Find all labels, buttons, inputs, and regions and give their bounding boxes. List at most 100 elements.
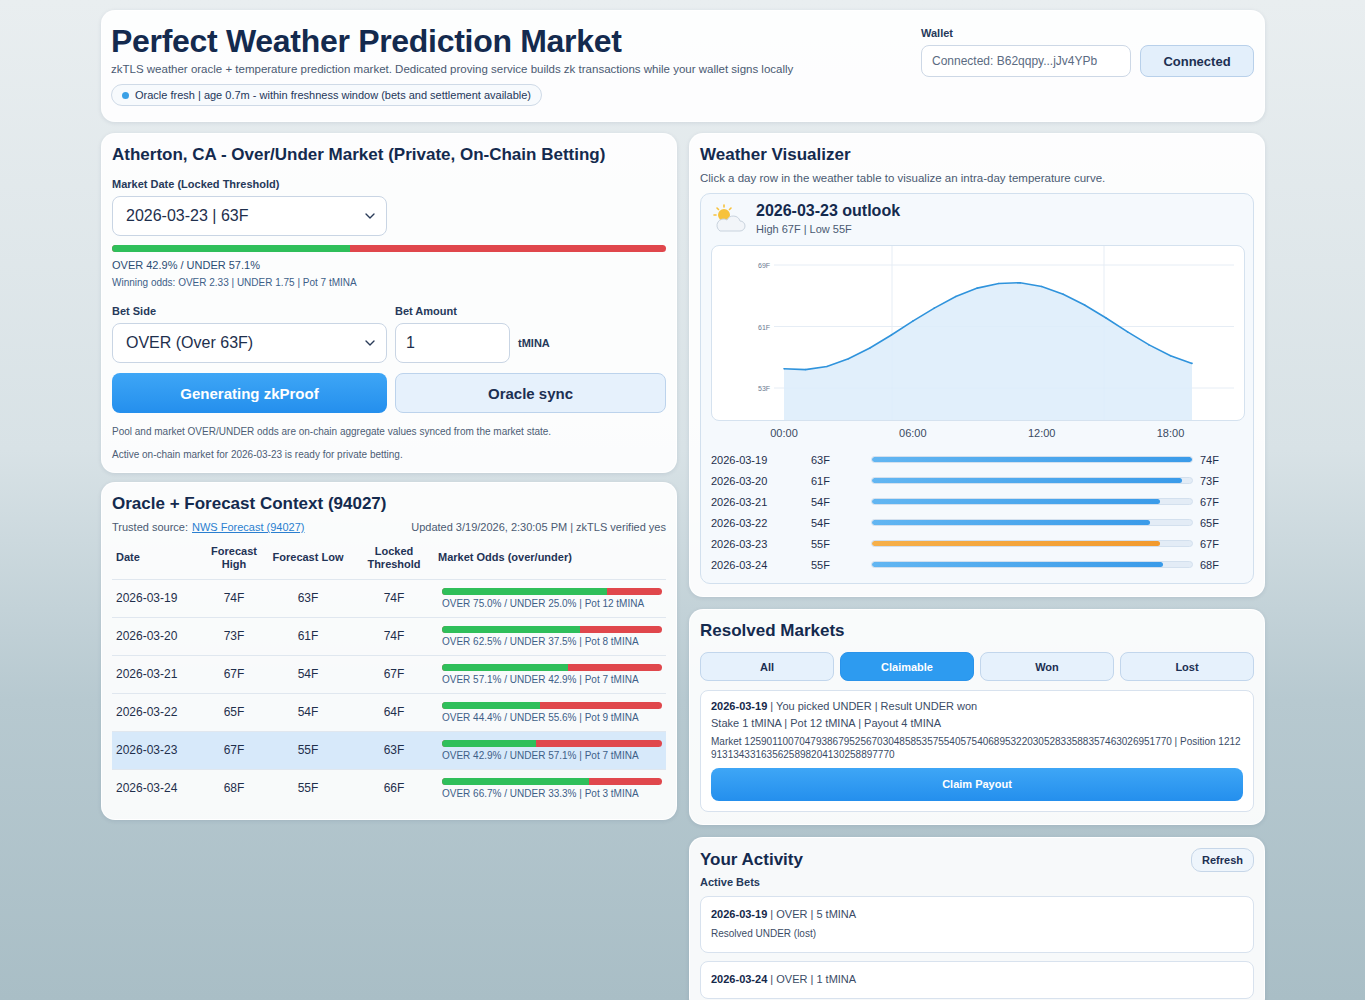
resolved-tabs: AllClaimableWonLost bbox=[700, 652, 1254, 681]
outlook-title: 2026-03-23 outlook bbox=[756, 202, 900, 220]
odds-text: OVER 42.9% / UNDER 57.1% bbox=[112, 259, 666, 271]
temp-track bbox=[871, 561, 1193, 568]
table-row[interactable]: 2026-03-1974F63F74FOVER 75.0% / UNDER 25… bbox=[112, 579, 666, 617]
table-header: Locked Threshold bbox=[354, 539, 434, 579]
temperature-point bbox=[1148, 344, 1150, 346]
table-header: Forecast Low bbox=[262, 539, 354, 579]
temp-track bbox=[871, 519, 1193, 526]
chevron-down-icon bbox=[362, 208, 378, 224]
temp-fill bbox=[872, 541, 1160, 546]
temperature-point bbox=[891, 334, 893, 336]
x-tick: 00:00 bbox=[770, 427, 798, 439]
table-row[interactable]: 2026-03-2167F54F67FOVER 57.1% / UNDER 42… bbox=[112, 655, 666, 693]
activity-title: Your Activity bbox=[700, 849, 803, 871]
oracle-badge: Oracle fresh | age 0.7m - within freshne… bbox=[111, 84, 542, 106]
temperature-chart: 69F61F53F bbox=[712, 246, 1244, 420]
over-fill bbox=[442, 664, 568, 671]
over-fill bbox=[442, 702, 540, 709]
forecast-table: DateForecast HighForecast LowLocked Thre… bbox=[112, 539, 666, 807]
over-fill bbox=[442, 778, 589, 785]
section-label: Active Bets bbox=[700, 876, 1254, 888]
source-row: Trusted source:NWS Forecast (94027)Updat… bbox=[112, 521, 666, 533]
filter-tab[interactable]: Claimable bbox=[840, 652, 974, 681]
bet-fields: Bet SideOVER (Over 63F)Bet Amount1tMINA bbox=[112, 305, 666, 363]
table-row[interactable]: 2026-03-2073F61F74FOVER 62.5% / UNDER 37… bbox=[112, 617, 666, 655]
bet-amount-input[interactable]: 1 bbox=[395, 323, 510, 363]
temp-fill bbox=[872, 562, 1163, 567]
page: Perfect Weather Prediction MarketzkTLS w… bbox=[101, 10, 1265, 1000]
odds-bar bbox=[442, 664, 662, 671]
temperature-point bbox=[1062, 293, 1064, 295]
visualizer-title: Weather Visualizer bbox=[700, 144, 1254, 166]
x-axis: 00:0006:0012:0018:00 bbox=[711, 427, 1243, 445]
day-row[interactable]: 2026-03-1963F74F bbox=[711, 451, 1243, 468]
title-block: Perfect Weather Prediction MarketzkTLS w… bbox=[111, 23, 793, 111]
wallet-label: Wallet bbox=[921, 27, 1254, 39]
resolved-card: Resolved Markets AllClaimableWonLost 2026-… bbox=[689, 609, 1265, 825]
table-row[interactable]: 2026-03-2265F54F64FOVER 44.4% / UNDER 55… bbox=[112, 693, 666, 731]
outlook-head: 2026-03-23 outlookHigh 67F | Low 55F bbox=[711, 202, 1243, 235]
wallet-button[interactable]: Connected bbox=[1140, 45, 1254, 77]
resolved-title: Resolved Markets bbox=[700, 620, 1254, 642]
day-row[interactable]: 2026-03-2455F68F bbox=[711, 556, 1243, 573]
filter-tab[interactable]: All bbox=[700, 652, 834, 681]
source-link[interactable]: NWS Forecast (94027) bbox=[192, 521, 304, 533]
refresh-button[interactable]: Refresh bbox=[1191, 848, 1254, 872]
odds-cell: OVER 44.4% / UNDER 55.6% | Pot 9 tMINA bbox=[438, 702, 662, 723]
resolved-item: 2026-03-19 | You picked UNDER | Result U… bbox=[700, 690, 1254, 812]
temp-fill bbox=[872, 499, 1160, 504]
oracle-sync-button[interactable]: Oracle sync bbox=[395, 373, 666, 413]
activity-item: 2026-03-24 | OVER | 1 tMINA bbox=[700, 961, 1254, 999]
columns: Atherton, CA - Over/Under Market (Privat… bbox=[101, 133, 1265, 1000]
day-row[interactable]: 2026-03-2154F67F bbox=[711, 493, 1243, 510]
temperature-point bbox=[1191, 363, 1193, 365]
bet-side-label: Bet Side bbox=[112, 305, 387, 317]
over-fill bbox=[442, 588, 607, 595]
chart-box: 69F61F53F bbox=[711, 245, 1245, 421]
odds-cell: OVER 62.5% / UNDER 37.5% | Pot 8 tMINA bbox=[438, 626, 662, 647]
day-row[interactable]: 2026-03-2355F67F bbox=[711, 535, 1243, 552]
temp-fill bbox=[872, 520, 1150, 525]
table-row[interactable]: 2026-03-2367F55F63FOVER 42.9% / UNDER 57… bbox=[112, 731, 666, 769]
over-fill bbox=[112, 245, 350, 252]
grid-line bbox=[774, 265, 1234, 266]
claim-button[interactable]: Claim Payout bbox=[711, 768, 1243, 801]
filter-tab[interactable]: Won bbox=[980, 652, 1114, 681]
right-column: Weather Visualizer Click a day row in the… bbox=[689, 133, 1265, 1000]
bet-side-select[interactable]: OVER (Over 63F) bbox=[112, 323, 387, 363]
wallet-field[interactable]: Connected: B62qqpy...jJv4YPb bbox=[921, 45, 1131, 77]
table-header: Forecast High bbox=[206, 539, 262, 579]
oracle-card: Oracle + Forecast Context (94027)Trusted… bbox=[101, 482, 677, 820]
temperature-point bbox=[955, 296, 957, 298]
action-buttons: Generating zkProofOracle sync bbox=[112, 373, 666, 413]
odds-bar bbox=[112, 245, 666, 252]
temperature-point bbox=[998, 283, 1000, 285]
temperature-point bbox=[848, 358, 850, 360]
temperature-point bbox=[1105, 317, 1107, 319]
partly-cloudy-icon bbox=[711, 204, 747, 234]
table-row[interactable]: 2026-03-2468F55F66FOVER 66.7% / UNDER 33… bbox=[112, 769, 666, 807]
date-select[interactable]: 2026-03-23 | 63F bbox=[112, 196, 387, 236]
updated-text: Updated 3/19/2026, 2:30:05 PM | zkTLS ve… bbox=[411, 521, 666, 533]
status-dot bbox=[122, 92, 129, 99]
x-tick: 06:00 bbox=[899, 427, 927, 439]
wallet-block: Wallet Connected: B62qqpy...jJv4YPb Connec… bbox=[921, 23, 1254, 111]
market-note: Active on-chain market for 2026-03-23 is… bbox=[112, 449, 666, 460]
temperature-point bbox=[1170, 355, 1172, 357]
temp-track bbox=[871, 456, 1193, 463]
y-tick: 61F bbox=[758, 324, 770, 331]
zkproof-button[interactable]: Generating zkProof bbox=[112, 373, 387, 413]
temperature-point bbox=[783, 368, 785, 370]
temperature-point bbox=[912, 320, 914, 322]
temperature-point bbox=[1127, 331, 1129, 333]
temperature-line bbox=[784, 283, 1192, 370]
y-tick: 69F bbox=[758, 262, 770, 269]
visualizer-hint: Click a day row in the weather table to … bbox=[700, 172, 1254, 184]
table-header: Market Odds (over/under) bbox=[434, 539, 666, 579]
day-row[interactable]: 2026-03-2061F73F bbox=[711, 472, 1243, 489]
odds-bar bbox=[442, 626, 662, 633]
filter-tab[interactable]: Lost bbox=[1120, 652, 1254, 681]
x-tick: 12:00 bbox=[1028, 427, 1056, 439]
temperature-area bbox=[784, 283, 1192, 420]
day-row[interactable]: 2026-03-2254F65F bbox=[711, 514, 1243, 531]
